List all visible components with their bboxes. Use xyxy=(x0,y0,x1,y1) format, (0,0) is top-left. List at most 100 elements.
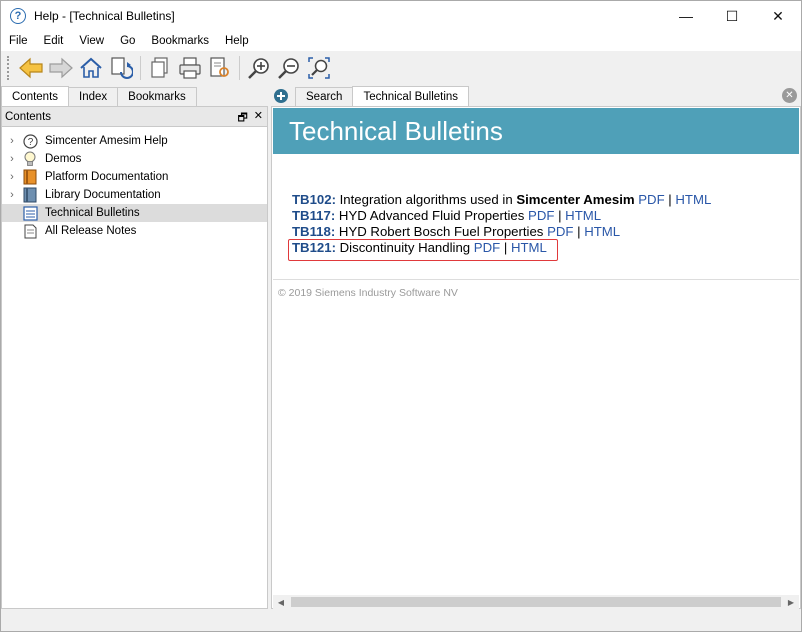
add-tab-button[interactable] xyxy=(271,86,291,106)
bulletin-code: TB102: xyxy=(292,192,336,207)
window-title: Help - [Technical Bulletins] xyxy=(34,9,175,23)
menu-edit[interactable]: Edit xyxy=(36,35,72,47)
link-separator: | xyxy=(554,208,566,223)
minimize-button[interactable]: — xyxy=(663,1,709,31)
tree-item-demos[interactable]: › Demos xyxy=(2,150,267,168)
document-icon xyxy=(22,223,38,239)
page-title: Technical Bulletins xyxy=(273,108,799,154)
tree-item-technical-bulletins[interactable]: Technical Bulletins xyxy=(2,204,267,222)
pdf-link[interactable]: PDF xyxy=(638,192,664,207)
tree-item-all-release-notes[interactable]: All Release Notes xyxy=(2,222,267,240)
menu-bar: File Edit View Go Bookmarks Help xyxy=(1,31,801,51)
html-link[interactable]: HTML xyxy=(675,192,711,207)
tab-technical-bulletins[interactable]: Technical Bulletins xyxy=(352,86,470,106)
expand-arrow-icon[interactable]: › xyxy=(2,153,22,165)
zoom-reset-button[interactable] xyxy=(304,53,334,83)
divider xyxy=(273,279,799,280)
book-orange-icon xyxy=(22,169,38,185)
pdf-link[interactable]: PDF xyxy=(528,208,554,223)
zoom-out-button[interactable] xyxy=(274,53,304,83)
menu-file[interactable]: File xyxy=(1,35,36,47)
left-tab-strip: Contents Index Bookmarks xyxy=(1,86,269,106)
sync-contents-button[interactable] xyxy=(106,53,136,83)
scroll-left-icon[interactable]: ◀ xyxy=(273,598,289,607)
expand-arrow-icon[interactable]: › xyxy=(2,171,22,183)
close-window-button[interactable]: ✕ xyxy=(755,1,801,31)
title-bar: ? Help - [Technical Bulletins] — ☐ ✕ xyxy=(1,1,801,31)
pdf-link[interactable]: PDF xyxy=(547,224,573,239)
tree-item-label: Technical Bulletins xyxy=(45,207,140,219)
plus-circle-icon xyxy=(274,89,288,103)
tree-item-library-documentation[interactable]: › Library Documentation xyxy=(2,186,267,204)
link-separator: | xyxy=(573,224,585,239)
forward-icon xyxy=(49,57,73,79)
content-viewer: Technical Bulletins TB102: Integration a… xyxy=(271,106,801,609)
toolbar-grip[interactable] xyxy=(7,56,10,80)
copy-icon xyxy=(151,57,168,78)
help-window: ? Help - [Technical Bulletins] — ☐ ✕ Fil… xyxy=(0,0,802,632)
scroll-thumb[interactable] xyxy=(291,597,781,607)
tree-item-platform-documentation[interactable]: › Platform Documentation xyxy=(2,168,267,186)
bulletin-title: HYD Robert Bosch Fuel Properties xyxy=(335,224,548,239)
bulletin-title: Integration algorithms used in xyxy=(335,192,517,207)
zoom-reset-icon xyxy=(308,57,330,79)
svg-text:?: ? xyxy=(27,137,33,148)
zoom-in-button[interactable] xyxy=(244,53,274,83)
tree-item-simcenter-amesim-help[interactable]: › ? Simcenter Amesim Help xyxy=(2,132,267,150)
expand-arrow-icon[interactable]: › xyxy=(2,189,22,201)
toolbar-separator xyxy=(239,56,240,80)
html-link[interactable]: HTML xyxy=(565,208,601,223)
tab-bookmarks[interactable]: Bookmarks xyxy=(117,87,197,106)
menu-view[interactable]: View xyxy=(71,35,112,47)
contents-pane: Contents 🗗 ✕ › ? Simcenter Amesim Help ›… xyxy=(1,106,268,609)
menu-go[interactable]: Go xyxy=(112,35,143,47)
scroll-right-icon[interactable]: ▶ xyxy=(783,598,799,607)
tree-item-label: Simcenter Amesim Help xyxy=(45,135,168,147)
find-in-text-icon xyxy=(210,57,229,77)
sync-contents-icon xyxy=(111,57,133,79)
html-link[interactable]: HTML xyxy=(584,224,620,239)
find-in-text-button[interactable] xyxy=(205,53,235,83)
tree-item-label: Library Documentation xyxy=(45,189,161,201)
zoom-out-icon xyxy=(278,58,299,79)
bulletin-tb117: TB117: HYD Advanced Fluid Properties PDF… xyxy=(292,208,711,224)
tab-index[interactable]: Index xyxy=(68,87,119,106)
tab-contents[interactable]: Contents xyxy=(1,86,70,106)
help-icon: ? xyxy=(22,133,38,149)
back-icon xyxy=(19,57,43,79)
toolbar xyxy=(1,51,801,85)
home-icon xyxy=(80,57,102,78)
link-separator: | xyxy=(664,192,676,207)
lightbulb-icon xyxy=(22,151,38,167)
forward-button[interactable] xyxy=(46,53,76,83)
tree-item-label: Demos xyxy=(45,153,82,165)
contents-pane-title: Contents xyxy=(5,110,52,123)
highlight-box xyxy=(288,239,558,261)
close-tab-icon[interactable]: ✕ xyxy=(782,88,797,103)
bulletin-title: HYD Advanced Fluid Properties xyxy=(335,208,529,223)
bulletin-tb102: TB102: Integration algorithms used in Si… xyxy=(292,192,711,208)
back-button[interactable] xyxy=(16,53,46,83)
tab-search[interactable]: Search xyxy=(295,87,354,106)
bulletin-code: TB117: xyxy=(292,208,336,223)
status-bar xyxy=(1,611,801,631)
tree-item-label: Platform Documentation xyxy=(45,171,169,183)
expand-arrow-icon[interactable]: › xyxy=(2,135,22,147)
bulletin-tb118: TB118: HYD Robert Bosch Fuel Properties … xyxy=(292,224,711,240)
help-question-icon: ? xyxy=(10,8,26,24)
copyright-text: © 2019 Siemens Industry Software NV xyxy=(278,287,458,299)
print-icon xyxy=(179,57,201,79)
copy-button[interactable] xyxy=(145,53,175,83)
bulletin-title-strong: Simcenter Amesim xyxy=(516,192,635,207)
menu-help[interactable]: Help xyxy=(217,35,257,47)
toolbar-separator xyxy=(140,56,141,80)
undock-icon[interactable]: 🗗 xyxy=(237,109,247,128)
print-button[interactable] xyxy=(175,53,205,83)
close-pane-icon[interactable]: ✕ xyxy=(254,109,263,128)
menu-bookmarks[interactable]: Bookmarks xyxy=(143,35,217,47)
horizontal-scrollbar[interactable]: ◀ ▶ xyxy=(273,595,799,609)
book-blue-icon xyxy=(22,187,38,203)
maximize-button[interactable]: ☐ xyxy=(709,1,755,31)
home-button[interactable] xyxy=(76,53,106,83)
tree-item-label: All Release Notes xyxy=(45,225,137,237)
